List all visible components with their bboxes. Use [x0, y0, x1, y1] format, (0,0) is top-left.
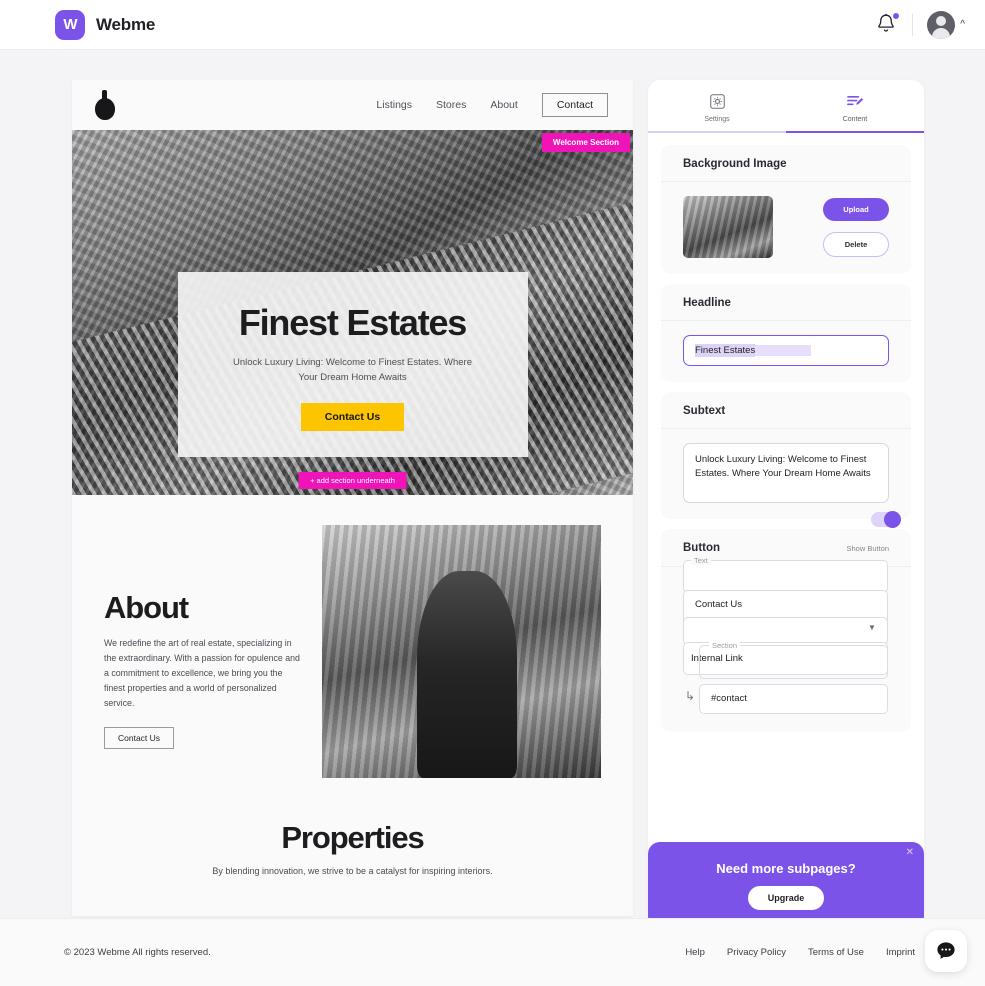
- headline-input[interactable]: Finest Estates: [683, 335, 889, 366]
- properties-section[interactable]: Properties By blending innovation, we st…: [72, 798, 633, 876]
- copyright-text: © 2023 Webme All rights reserved.: [64, 947, 211, 958]
- nav-item-about[interactable]: About: [490, 99, 517, 111]
- lamp-logo-icon: [94, 90, 116, 120]
- headline-selection-highlight: [755, 345, 811, 356]
- footer-link-help[interactable]: Help: [685, 947, 705, 958]
- nav-item-contact[interactable]: Contact: [541, 93, 608, 117]
- add-section-underneath-button[interactable]: + add section underneath: [298, 472, 407, 489]
- button-text-value: Contact Us: [695, 599, 742, 610]
- brand[interactable]: W Webme: [55, 9, 156, 40]
- headline-card: Headline Finest Estates: [661, 284, 911, 382]
- brand-name: Webme: [96, 14, 156, 34]
- nav-item-stores[interactable]: Stores: [436, 99, 466, 111]
- button-anchor-input[interactable]: #contact: [699, 684, 888, 714]
- background-image-thumbnail[interactable]: [683, 196, 773, 258]
- hero-title: Finest Estates: [238, 302, 467, 343]
- footer-links: Help Privacy Policy Terms of Use Imprint: [685, 947, 955, 958]
- button-text-input[interactable]: [683, 560, 888, 593]
- hero-content-card: Finest Estates Unlock Luxury Living: Wel…: [177, 272, 528, 458]
- background-image-header: Background Image: [661, 145, 911, 182]
- properties-subtitle: By blending innovation, we strive to be …: [212, 866, 493, 876]
- show-button-label[interactable]: Show Button: [846, 544, 889, 553]
- tab-settings-label: Settings: [704, 116, 730, 123]
- preview-nav-links: Listings Stores About Contact: [376, 93, 608, 117]
- panel-tabs: Settings Content: [648, 80, 924, 133]
- properties-title: Properties: [281, 820, 424, 855]
- upload-button[interactable]: Upload: [823, 197, 889, 221]
- upgrade-button[interactable]: Upgrade: [747, 885, 825, 910]
- upgrade-title: Need more subpages?: [716, 860, 856, 876]
- tab-settings[interactable]: Settings: [648, 80, 786, 133]
- workspace: Listings Stores About Contact Welcome Se…: [0, 50, 985, 928]
- hero-section[interactable]: Welcome Section Finest Estates Unlock Lu…: [72, 130, 633, 495]
- about-cta-button[interactable]: Contact Us: [104, 726, 175, 749]
- background-image-actions: Upload Delete: [823, 197, 889, 257]
- chat-bubble-icon: [937, 942, 955, 959]
- about-body: We redefine the art of real estate, spec…: [104, 638, 300, 708]
- headline-input-value: Finest Estates: [695, 344, 756, 357]
- subtext-card: Subtext Unlock Luxury Living: Welcome to…: [661, 392, 911, 528]
- headline-header: Headline: [661, 284, 911, 321]
- footer-link-privacy-policy[interactable]: Privacy Policy: [727, 947, 786, 958]
- button-section-input[interactable]: [699, 645, 888, 679]
- tab-content[interactable]: Content: [786, 80, 924, 133]
- button-card: Button Show Button Text Contact Us ▼ Int…: [661, 529, 911, 732]
- welcome-section-badge[interactable]: Welcome Section: [541, 133, 630, 152]
- subtext-textarea[interactable]: Unlock Luxury Living: Welcome to Finest …: [683, 443, 889, 503]
- gear-icon: [648, 92, 786, 110]
- account-menu-button[interactable]: ^: [927, 10, 965, 39]
- app-footer: © 2023 Webme All rights reserved. Help P…: [0, 918, 985, 986]
- subtext-toggle[interactable]: [871, 511, 901, 528]
- delete-button[interactable]: Delete: [823, 231, 889, 257]
- notification-badge: [893, 12, 900, 19]
- background-image-title: Background Image: [683, 158, 787, 170]
- button-section-label: Section: [709, 641, 741, 650]
- button-title: Button: [683, 542, 721, 554]
- site-preview-canvas[interactable]: Listings Stores About Contact Welcome Se…: [72, 80, 633, 916]
- header-divider: [912, 13, 914, 36]
- nav-item-listings[interactable]: Listings: [376, 99, 412, 111]
- avatar-icon: [927, 10, 956, 39]
- footer-link-terms-of-use[interactable]: Terms of Use: [808, 947, 864, 958]
- close-icon[interactable]: ✕: [906, 847, 914, 858]
- button-anchor-value: #contact: [711, 693, 747, 704]
- chat-widget-button[interactable]: [925, 930, 967, 972]
- header-actions: ^: [876, 10, 965, 39]
- app-header: W Webme ^: [0, 0, 985, 50]
- subtext-header: Subtext: [661, 392, 911, 429]
- headline-body: Finest Estates: [661, 321, 911, 382]
- background-image-body: Upload Delete: [661, 182, 911, 274]
- chevron-up-icon: ^: [960, 18, 965, 30]
- footer-link-imprint[interactable]: Imprint: [886, 947, 915, 958]
- subtext-title: Subtext: [683, 405, 726, 417]
- notifications-button[interactable]: [876, 12, 900, 37]
- editor-panel: Settings Content Background Image Upload…: [648, 80, 924, 916]
- content-edit-icon: [786, 92, 924, 110]
- panel-body: Background Image Upload Delete Headline: [648, 133, 924, 732]
- about-text-column: About We redefine the art of real estate…: [104, 525, 304, 778]
- chevron-down-icon: ▼: [868, 623, 876, 632]
- about-section[interactable]: About We redefine the art of real estate…: [72, 495, 633, 798]
- tab-content-label: Content: [842, 116, 868, 123]
- corner-down-right-icon: ↳: [685, 689, 696, 703]
- preview-site-nav: Listings Stores About Contact: [72, 80, 633, 130]
- hero-cta-button[interactable]: Contact Us: [300, 403, 405, 432]
- about-title: About: [104, 590, 189, 625]
- headline-title: Headline: [683, 297, 731, 309]
- background-image-card: Background Image Upload Delete: [661, 145, 911, 274]
- button-text-label: Text: [691, 556, 711, 565]
- subtext-body: Unlock Luxury Living: Welcome to Finest …: [661, 429, 911, 519]
- hero-subtitle: Unlock Luxury Living: Welcome to Finest …: [232, 357, 472, 383]
- webme-logo-icon: W: [55, 9, 85, 40]
- about-image-column: [322, 525, 601, 778]
- upgrade-promo-card: ✕ Need more subpages? Upgrade: [648, 842, 924, 928]
- about-image: [322, 525, 601, 778]
- subtext-toggle-knob: [884, 511, 901, 528]
